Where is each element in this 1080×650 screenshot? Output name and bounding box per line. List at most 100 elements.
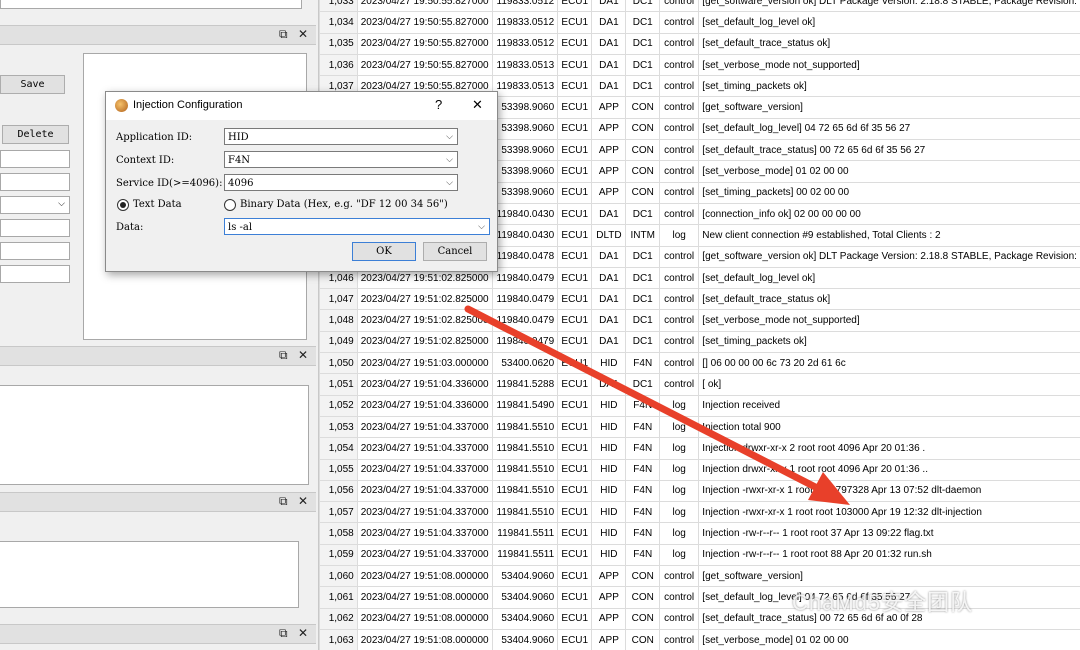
row-type: log [659, 224, 700, 247]
row-app-id: HID [591, 479, 627, 503]
table-row[interactable]: 1,035 2023/04/27 19:50:55.827000 119833.05… [319, 32, 1080, 55]
row-timestamp: 119840.0430 [491, 224, 559, 247]
row-ctx-id: F4N [625, 437, 661, 460]
save-button[interactable]: Save [0, 75, 65, 94]
table-row[interactable]: 1,036 2023/04/27 19:50:55.827000 119833.05… [319, 53, 1080, 77]
row-app-id: APP [591, 586, 627, 609]
chevron-down-icon: ⌵ [58, 198, 65, 208]
close-icon[interactable]: ✕ [298, 626, 308, 640]
row-payload: [set_verbose_mode not_supported] [698, 53, 1080, 77]
row-timestamp: 119841.5510 [491, 479, 559, 503]
service-id-combo[interactable]: 4096 ⌵ [224, 174, 458, 191]
row-ctx-id: CON [625, 160, 661, 183]
table-row[interactable]: 1,055 2023/04/27 19:51:04.337000 119841.55… [319, 458, 1080, 481]
table-row[interactable]: 1,059 2023/04/27 19:51:04.337000 119841.55… [319, 543, 1080, 567]
table-row[interactable]: 1,048 2023/04/27 19:51:02.825000 119840.04… [319, 309, 1080, 332]
field-1[interactable] [0, 150, 70, 168]
row-index: 1,060 [319, 565, 358, 588]
row-ctx-id: DC1 [625, 288, 661, 311]
ctx-id-label: Context ID: [116, 155, 175, 166]
row-time: 2023/04/27 19:50:55.827000 [356, 11, 493, 34]
close-icon[interactable]: ✕ [298, 27, 308, 41]
table-row[interactable]: 1,034 2023/04/27 19:50:55.827000 119833.05… [319, 11, 1080, 34]
float-icon[interactable]: ⧉ [279, 27, 288, 42]
row-timestamp: 53404.9060 [491, 586, 559, 609]
float-icon[interactable]: ⧉ [279, 494, 288, 509]
text-data-radio[interactable] [117, 199, 129, 211]
ctx-id-combo[interactable]: F4N ⌵ [224, 151, 458, 168]
row-ecu: ECU1 [557, 11, 593, 34]
row-payload: Injection -rwxr-xr-x 1 root root 103000 … [698, 501, 1080, 524]
table-row[interactable]: 1,049 2023/04/27 19:51:02.825000 119840.04… [319, 330, 1080, 354]
table-row[interactable]: 1,051 2023/04/27 19:51:04.336000 119841.52… [319, 373, 1080, 396]
table-row[interactable]: 1,050 2023/04/27 19:51:03.000000 53400.062… [319, 352, 1080, 375]
field-5[interactable] [0, 265, 70, 283]
row-type: control [659, 288, 700, 311]
row-ctx-id: F4N [625, 501, 661, 524]
row-index: 1,036 [319, 53, 358, 77]
row-ecu: ECU1 [557, 522, 593, 545]
close-icon[interactable]: ✕ [472, 97, 483, 113]
float-icon[interactable]: ⧉ [279, 348, 288, 363]
row-ecu: ECU1 [557, 586, 593, 609]
row-type: control [659, 202, 700, 226]
row-app-id: DA1 [591, 53, 627, 77]
row-payload: [set_timing_packets ok] [698, 75, 1080, 98]
row-type: log [659, 522, 700, 545]
ok-button[interactable]: OK [352, 242, 416, 261]
row-app-id: HID [591, 437, 627, 460]
row-index: 1,063 [319, 628, 358, 650]
row-app-id: HID [591, 394, 627, 417]
row-ecu: ECU1 [557, 75, 593, 98]
float-icon[interactable]: ⧉ [279, 626, 288, 641]
app-id-combo[interactable]: HID ⌵ [224, 128, 458, 145]
row-payload: [set_default_trace_status ok] [698, 32, 1080, 55]
row-ecu: ECU1 [557, 437, 593, 460]
row-ecu: ECU1 [557, 373, 593, 396]
row-payload: [get_software_version ok] DLT Package Ve… [698, 0, 1080, 13]
row-index: 1,058 [319, 522, 358, 545]
row-timestamp: 119841.5510 [491, 415, 559, 439]
row-index: 1,034 [319, 11, 358, 34]
table-row[interactable]: 1,060 2023/04/27 19:51:08.000000 53404.906… [319, 565, 1080, 588]
binary-data-radio[interactable] [224, 199, 236, 211]
row-payload: [set_default_log_level ok] [698, 11, 1080, 34]
row-type: control [659, 96, 700, 119]
row-timestamp: 53398.9060 [491, 96, 559, 119]
close-icon[interactable]: ✕ [298, 348, 308, 362]
table-row[interactable]: 1,054 2023/04/27 19:51:04.337000 119841.55… [319, 437, 1080, 460]
table-row[interactable]: 1,052 2023/04/27 19:51:04.336000 119841.54… [319, 394, 1080, 417]
dropdown-1[interactable]: ⌵ [0, 196, 70, 214]
row-ctx-id: DC1 [625, 266, 661, 290]
field-2[interactable] [0, 173, 70, 191]
data-combo[interactable]: ls -al ⌵ [224, 218, 490, 235]
panel-header-4: ⧉ ✕ [0, 624, 316, 644]
row-ctx-id: CON [625, 117, 661, 141]
row-time: 2023/04/27 19:51:04.336000 [356, 373, 493, 396]
field-4[interactable] [0, 242, 70, 260]
table-row[interactable]: 1,058 2023/04/27 19:51:04.337000 119841.55… [319, 522, 1080, 545]
field-3[interactable] [0, 219, 70, 237]
table-row[interactable]: 1,047 2023/04/27 19:51:02.825000 119840.04… [319, 288, 1080, 311]
table-row[interactable]: 1,063 2023/04/27 19:51:08.000000 53404.906… [319, 628, 1080, 650]
table-row[interactable]: 1,056 2023/04/27 19:51:04.337000 119841.55… [319, 479, 1080, 503]
row-index: 1,051 [319, 373, 358, 396]
row-time: 2023/04/27 19:51:04.337000 [356, 543, 493, 567]
cancel-button[interactable]: Cancel [423, 242, 487, 261]
row-payload: [set_verbose_mode] 01 02 00 00 [698, 160, 1080, 183]
table-row[interactable]: 1,057 2023/04/27 19:51:04.337000 119841.55… [319, 501, 1080, 524]
delete-button[interactable]: Delete [2, 125, 69, 144]
close-icon[interactable]: ✕ [298, 494, 308, 508]
table-row[interactable]: 1,033 2023/04/27 19:50:55.827000 119833.05… [319, 0, 1080, 13]
row-ctx-id: DC1 [625, 309, 661, 332]
chevron-down-icon: ⌵ [446, 155, 453, 165]
row-ecu: ECU1 [557, 96, 593, 119]
help-icon[interactable]: ? [435, 97, 442, 112]
row-ctx-id: DC1 [625, 245, 661, 268]
row-timestamp: 119833.0512 [491, 32, 559, 55]
table-row[interactable]: 1,053 2023/04/27 19:51:04.337000 119841.55… [319, 415, 1080, 439]
panel-content-3 [0, 541, 299, 608]
row-app-id: DA1 [591, 373, 627, 396]
row-app-id: DA1 [591, 288, 627, 311]
row-app-id: APP [591, 96, 627, 119]
